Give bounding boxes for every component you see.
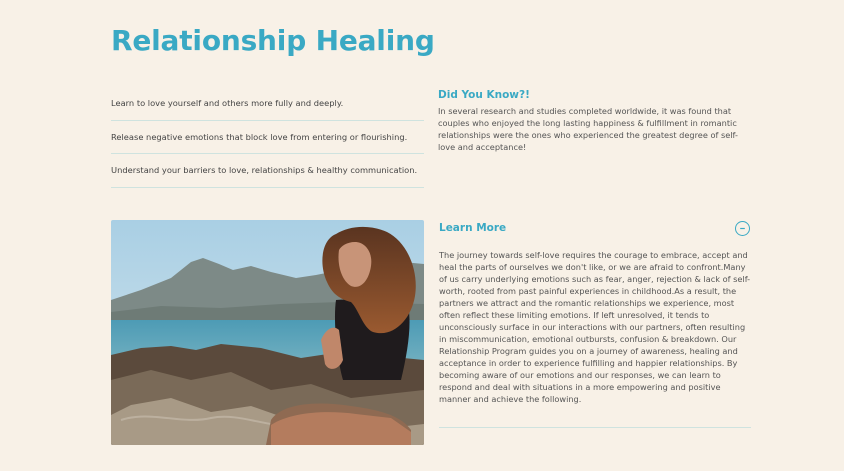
list-item: Release negative emotions that block lov… bbox=[111, 121, 424, 154]
page-title: Relationship Healing bbox=[111, 24, 435, 57]
benefits-list: Learn to love yourself and others more f… bbox=[111, 87, 424, 188]
did-you-know-section: Did You Know?! In several research and s… bbox=[438, 89, 750, 153]
list-item: Learn to love yourself and others more f… bbox=[111, 87, 424, 121]
learn-more-divider bbox=[439, 427, 751, 428]
learn-more-text: The journey towards self-love requires t… bbox=[439, 250, 751, 404]
list-item: Understand your barriers to love, relati… bbox=[111, 154, 424, 188]
minus-icon bbox=[740, 227, 745, 229]
meditation-photo-image bbox=[111, 220, 424, 445]
minus-circle-icon[interactable] bbox=[735, 220, 750, 236]
did-you-know-heading: Did You Know?! bbox=[438, 89, 530, 101]
meditation-photo bbox=[111, 220, 424, 445]
learn-more-header[interactable]: Learn More bbox=[439, 220, 751, 236]
did-you-know-text: In several research and studies complete… bbox=[438, 106, 738, 152]
learn-more-section: Learn More The journey towards self-love… bbox=[439, 220, 751, 405]
learn-more-heading: Learn More bbox=[439, 222, 507, 234]
